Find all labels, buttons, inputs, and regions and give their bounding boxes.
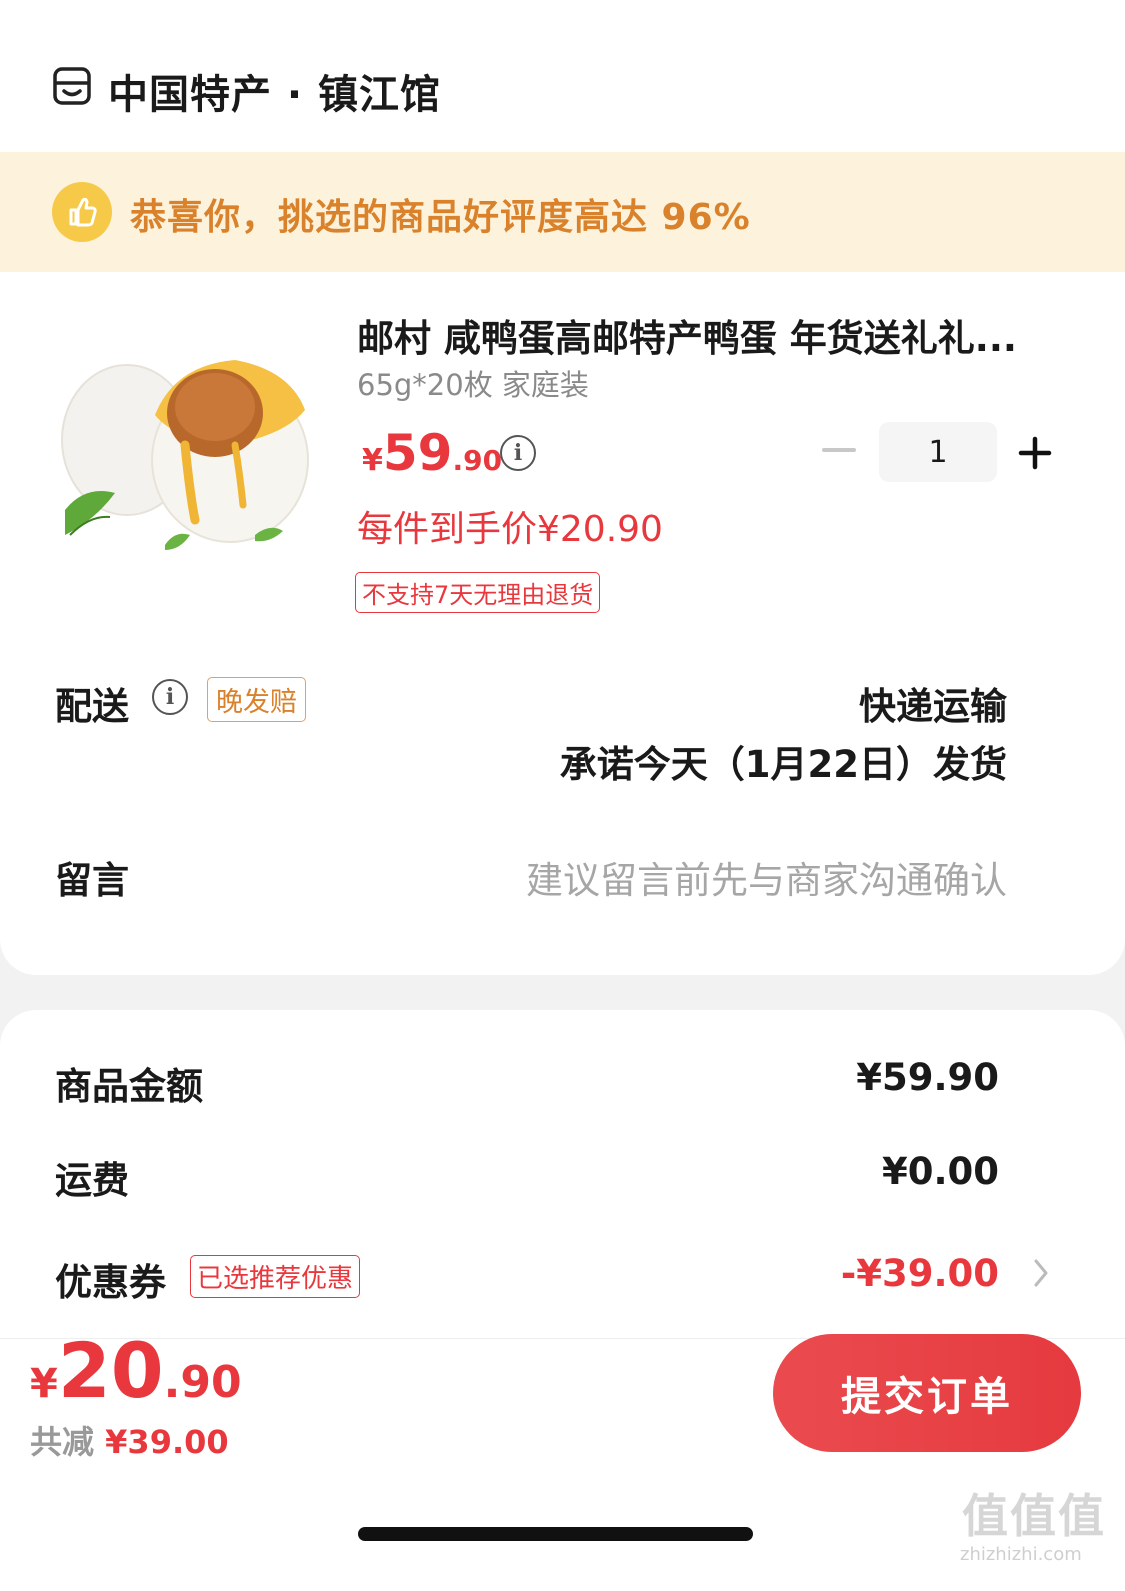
- order-card: 中国特产 · 镇江馆 恭喜你，挑选的商品好评度高达 96% 邮村 咸鸭蛋高邮特产…: [0, 0, 1125, 975]
- price-symbol: ¥: [362, 443, 383, 478]
- goods-amount-label: 商品金额: [55, 1065, 203, 1108]
- shop-icon: [52, 66, 92, 106]
- watermark-logo: 值值值: [962, 1489, 1106, 1543]
- product-title[interactable]: 邮村 咸鸭蛋高邮特产鸭蛋 年货送礼礼...: [357, 308, 1017, 362]
- total-discount: 共减 ¥39.00: [30, 1417, 229, 1463]
- minus-icon: [822, 448, 856, 452]
- watermark-url: zhizhizhi.com: [960, 1544, 1082, 1565]
- product-price: ¥59.90: [362, 424, 502, 482]
- late-delivery-tag[interactable]: 晚发赔: [207, 677, 306, 722]
- product-spec[interactable]: 65g*20枚 家庭装: [357, 362, 589, 404]
- delivery-promise: 承诺今天（1月22日）发货: [559, 743, 1007, 786]
- rating-banner-text: 恭喜你，挑选的商品好评度高达 96%: [130, 197, 751, 238]
- shop-name[interactable]: 中国特产 · 镇江馆: [108, 62, 441, 120]
- thumbs-up-icon: [52, 182, 112, 242]
- price-integer: 59: [382, 424, 453, 482]
- price-info-icon[interactable]: i: [500, 435, 536, 471]
- quantity-input[interactable]: 1: [879, 422, 997, 482]
- total-decimal: .90: [163, 1357, 242, 1408]
- hand-price: 每件到手价¥20.90: [357, 509, 663, 550]
- coupon-label: 优惠券: [55, 1261, 166, 1304]
- plus-icon: [1018, 436, 1052, 470]
- total-price: ¥20.90: [30, 1326, 242, 1415]
- price-decimal: .90: [452, 444, 503, 477]
- delivery-method[interactable]: 快递运输: [859, 676, 1007, 730]
- total-symbol: ¥: [30, 1361, 58, 1407]
- product-image[interactable]: [55, 345, 317, 570]
- quantity-increase-button[interactable]: [1018, 436, 1052, 470]
- quantity-decrease-button[interactable]: [822, 448, 856, 456]
- message-label: 留言: [55, 859, 129, 902]
- chevron-right-icon[interactable]: [1032, 1257, 1050, 1293]
- home-indicator[interactable]: [358, 1527, 753, 1541]
- submit-order-button[interactable]: 提交订单: [773, 1334, 1081, 1452]
- delivery-info-icon[interactable]: i: [152, 679, 188, 715]
- coupon-tag: 已选推荐优惠: [190, 1255, 361, 1298]
- price-summary-card: 商品金额 ¥59.90 运费 ¥0.00 优惠券 已选推荐优惠 -¥39.00: [0, 1010, 1125, 1340]
- goods-amount-value: ¥59.90: [856, 1056, 999, 1099]
- coupon-value[interactable]: -¥39.00: [841, 1252, 999, 1295]
- shipping-value: ¥0.00: [881, 1150, 999, 1193]
- delivery-label: 配送: [55, 685, 129, 728]
- message-input[interactable]: 建议留言前先与商家沟通确认: [526, 850, 1007, 904]
- total-integer: 20: [57, 1326, 164, 1415]
- discount-label: 共减: [30, 1423, 95, 1461]
- return-policy-tag: 不支持7天无理由退货: [355, 572, 601, 613]
- shipping-label: 运费: [55, 1159, 129, 1202]
- discount-value: ¥39.00: [105, 1423, 229, 1461]
- rating-banner: 恭喜你，挑选的商品好评度高达 96%: [0, 152, 1125, 272]
